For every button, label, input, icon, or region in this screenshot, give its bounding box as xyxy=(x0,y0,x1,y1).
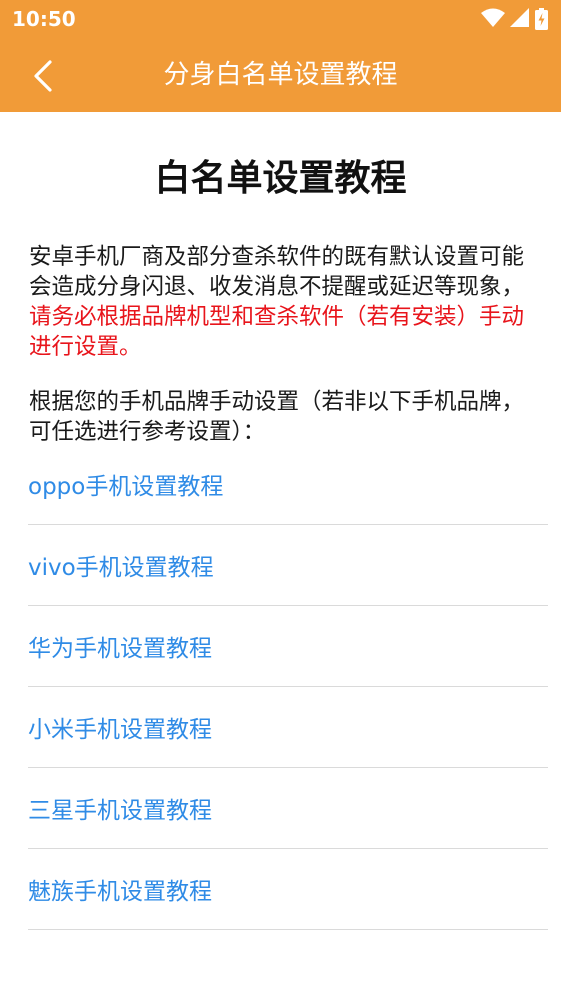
intro-normal-text: 安卓手机厂商及部分查杀软件的既有默认设置可能会造成分身闪退、收发消息不提醒或延迟… xyxy=(29,244,525,300)
brand-link-oppo[interactable]: oppo手机设置教程 xyxy=(28,467,223,501)
brand-link-xiaomi[interactable]: 小米手机设置教程 xyxy=(28,710,212,744)
wifi-icon xyxy=(481,8,505,27)
brand-item-xiaomi[interactable]: 小米手机设置教程 xyxy=(28,688,548,768)
brand-item-samsung[interactable]: 三星手机设置教程 xyxy=(28,769,548,849)
brand-link-huawei[interactable]: 华为手机设置教程 xyxy=(28,629,212,663)
page-title: 白名单设置教程 xyxy=(154,158,407,199)
status-time: 10:50 xyxy=(12,7,76,31)
intro-text: 安卓手机厂商及部分查杀软件的既有默认设置可能会造成分身闪退、收发消息不提醒或延迟… xyxy=(29,242,533,362)
app-bar: 10:50 分身白名单设置教程 xyxy=(0,0,561,112)
brand-item-huawei[interactable]: 华为手机设置教程 xyxy=(28,607,548,687)
app-bar-title: 分身白名单设置教程 xyxy=(163,60,398,90)
brand-link-samsung[interactable]: 三星手机设置教程 xyxy=(28,791,212,825)
brand-link-meizu[interactable]: 魅族手机设置教程 xyxy=(28,872,212,906)
signal-icon xyxy=(510,8,529,27)
brand-item-vivo[interactable]: vivo手机设置教程 xyxy=(28,526,548,606)
brand-link-vivo[interactable]: vivo手机设置教程 xyxy=(28,548,214,582)
brand-list: oppo手机设置教程 vivo手机设置教程 华为手机设置教程 小米手机设置教程 … xyxy=(28,445,548,930)
battery-charging-icon xyxy=(535,8,548,30)
brand-item-meizu[interactable]: 魅族手机设置教程 xyxy=(28,850,548,930)
intro-warning-text: 请务必根据品牌机型和查杀软件（若有安装）手动进行设置。 xyxy=(29,304,525,360)
instruction-text: 根据您的手机品牌手动设置（若非以下手机品牌，可任选进行参考设置）： xyxy=(29,389,525,445)
brand-item-oppo[interactable]: oppo手机设置教程 xyxy=(28,445,548,525)
